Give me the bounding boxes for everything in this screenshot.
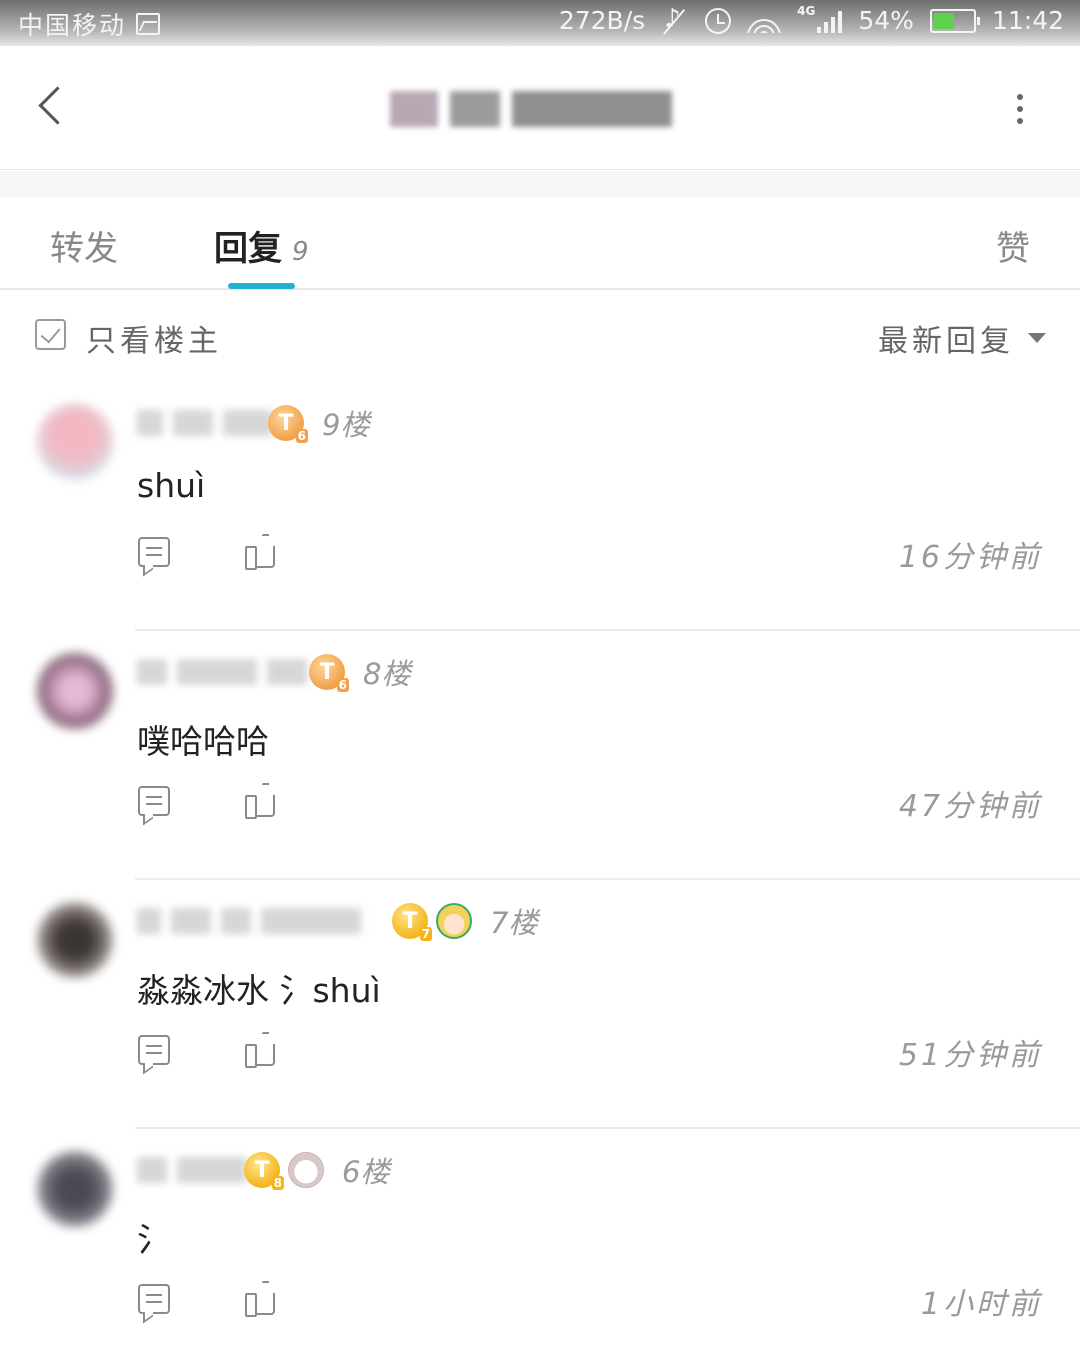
bunny-sticker-icon [288,1152,324,1188]
username-blurred[interactable] [137,655,307,689]
more-vert-icon[interactable] [1008,94,1032,124]
active-tab-indicator [228,283,295,289]
status-bar: 中国移动 272B/s 4G 54% 11:42 [0,0,1080,46]
level-badge: T6 [268,405,308,443]
wifi-icon [747,9,782,33]
level-badge: T6 [309,654,349,692]
page-title-blurred [390,86,690,132]
comment-item: T6 8楼 噗哈哈哈 47分钟前 [0,631,1080,880]
sort-label: 最新回复 [878,324,1014,359]
avatar[interactable] [37,902,113,978]
comment-item: T6 9楼 shuì 16分钟前 [0,382,1080,631]
avatar[interactable] [37,1151,113,1227]
mute-icon [661,6,689,34]
thumb-up-icon[interactable] [245,532,277,570]
thumb-up-icon[interactable] [245,1279,277,1317]
comment-item: T7 7楼 淼淼冰水 氵shuì 51分钟前 [0,880,1080,1129]
checkbox-icon[interactable] [35,319,66,350]
thumb-up-icon[interactable] [245,1030,277,1068]
alarm-icon [705,7,732,34]
floor-number: 6楼 [342,1155,390,1189]
reply-count: 9 [292,237,309,267]
anime-girl-sticker-icon [436,903,472,939]
tab-bar: 转发 回复 9 赞 [0,197,1080,290]
username-blurred[interactable] [137,1153,247,1187]
comment-icon[interactable] [138,1035,170,1065]
floor-number: 8楼 [363,657,411,691]
comment-time: 1小时前 [920,1287,1042,1322]
signal-icon [817,9,843,33]
avatar[interactable] [37,653,113,729]
comment-icon[interactable] [138,786,170,816]
battery-percent: 54% [858,6,914,35]
tab-repost[interactable]: 转发 [50,221,118,270]
tab-reply-label: 回复 [214,229,282,269]
tab-reply[interactable]: 回复 9 [214,221,309,270]
comment-icon[interactable] [138,537,170,567]
clock: 11:42 [991,6,1064,35]
battery-icon [929,8,980,33]
comment-content: 噗哈哈哈 [137,722,269,761]
carrier-label: 中国移动 [18,11,127,40]
section-gap [0,171,1080,197]
comment-time: 51分钟前 [898,1038,1042,1073]
comment-content: 氵 [137,1220,170,1259]
floor-number: 7楼 [490,906,538,940]
comment-content: 淼淼冰水 氵shuì [137,971,381,1010]
image-notification-icon [136,13,161,35]
level-badge: T8 [244,1152,284,1190]
tab-like[interactable]: 赞 [996,221,1030,270]
thumb-up-icon[interactable] [245,781,277,819]
comment-item: T8 6楼 氵 1小时前 [0,1129,1080,1364]
floor-number: 9楼 [322,408,370,442]
comment-time: 16分钟前 [898,540,1042,575]
username-blurred[interactable] [137,904,361,938]
network-type: 4G [797,3,816,18]
comment-time: 47分钟前 [898,789,1042,824]
nav-bar [0,46,1080,170]
back-icon[interactable] [34,88,74,128]
network-speed: 272B/s [558,6,646,35]
only-op-label[interactable]: 只看楼主 [86,316,222,360]
dropdown-caret-icon [1028,333,1046,343]
username-blurred[interactable] [137,406,273,440]
sort-dropdown[interactable]: 最新回复 [878,316,1046,360]
comment-content: shuì [137,466,206,505]
level-badge: T7 [392,903,432,941]
comment-icon[interactable] [138,1284,170,1314]
filter-bar: 只看楼主 最新回复 [0,292,1080,382]
avatar[interactable] [37,404,113,480]
